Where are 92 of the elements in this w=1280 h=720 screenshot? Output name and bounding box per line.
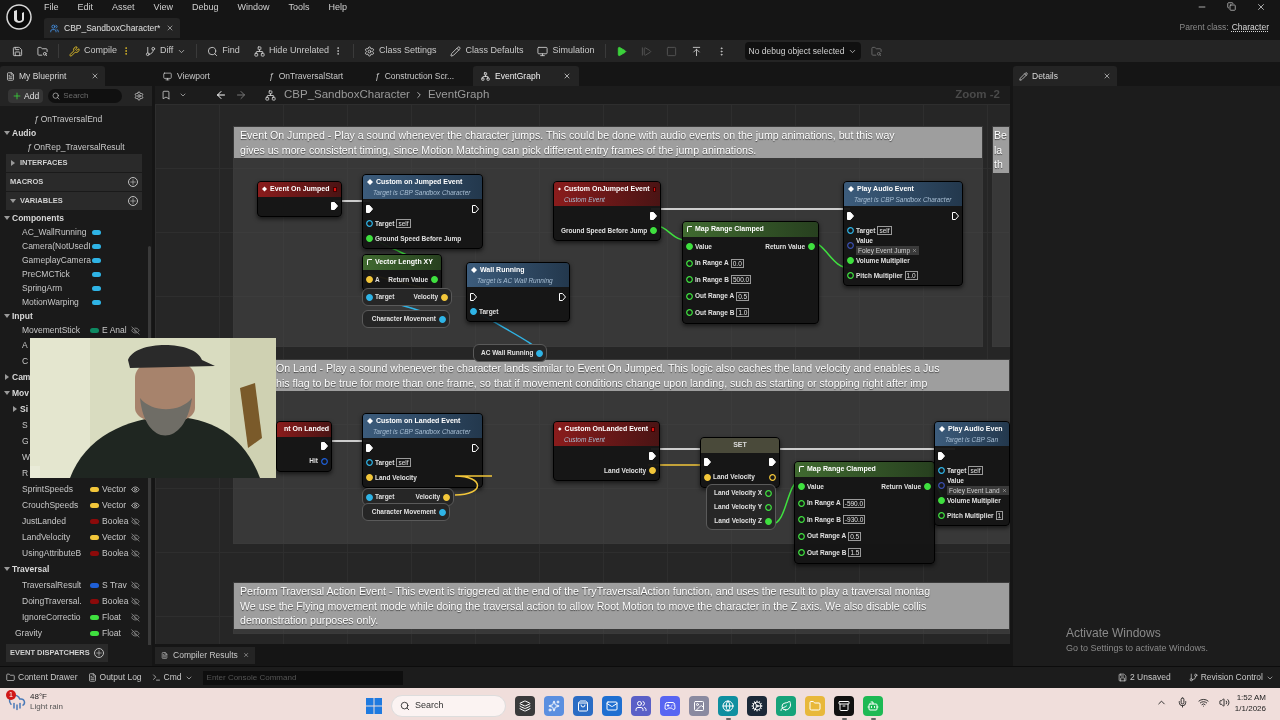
parent-class-label: Parent class:: [1179, 21, 1229, 34]
variable-item[interactable]: Gravity: [15, 626, 90, 640]
editor-tab[interactable]: ƒ Construction Scr...: [367, 66, 473, 86]
panel-tab[interactable]: Details: [1013, 66, 1117, 86]
menu-item[interactable]: View: [153, 1, 173, 15]
variable-type: Vector: [102, 530, 128, 544]
toolbar-button[interactable]: Class Defaults: [444, 42, 530, 60]
variable-item[interactable]: DoingTraversal.: [22, 594, 91, 608]
variable-item[interactable]: TraversalResult: [22, 578, 91, 592]
category-label[interactable]: Cam: [11, 370, 31, 384]
menu-item[interactable]: Help: [328, 1, 347, 15]
status-button[interactable]: Cmd: [151, 671, 193, 684]
function-glyph: ƒ: [269, 69, 274, 83]
category-label[interactable]: Audio: [11, 126, 37, 140]
comment-text: Perform Traversal Action Event - This event is triggered at the end of the TryTraversalAction function, and uses the result to play a traversal montag We use the Flying movement mode while doing the traversal action to allow Root Motion to move the character in the Z axis. We also disable collis demonstration purposes only.: [234, 583, 1009, 629]
variable-item[interactable]: G: [22, 434, 29, 448]
panel-tab[interactable]: Compiler Results: [155, 646, 255, 664]
variable-item[interactable]: S: [22, 418, 28, 432]
variable-type: Float: [102, 626, 122, 640]
variable-item[interactable]: A: [22, 338, 28, 352]
variable-item[interactable]: SpringArm: [22, 281, 92, 295]
parent-class-link[interactable]: Character: [1231, 21, 1269, 34]
status-button[interactable]: Content Drawer: [6, 671, 78, 684]
menu-item[interactable]: Debug: [191, 1, 219, 15]
status-button[interactable]: Revision Control: [1188, 671, 1274, 684]
variable-type: Boolea: [102, 546, 130, 560]
variable-item[interactable]: R: [22, 466, 29, 480]
search-field[interactable]: Search: [63, 90, 114, 102]
variable-item[interactable]: C: [22, 354, 29, 368]
variable-type: Boolea: [102, 514, 130, 528]
clock-date[interactable]: 1/1/2026: [1234, 703, 1266, 714]
variable-type: Vector: [102, 482, 128, 496]
variable-item[interactable]: AC_WallRunning: [22, 225, 92, 239]
variable-item[interactable]: IgnoreCorrectio: [22, 610, 91, 624]
variable-item[interactable]: GameplayCamera: [22, 253, 92, 267]
variable-item[interactable]: MovementStick: [22, 323, 91, 337]
toolbar-button[interactable]: Hide Unrelated: [247, 42, 349, 60]
category-label[interactable]: Si: [19, 402, 29, 416]
variable-item[interactable]: UsingAttributeB: [22, 546, 91, 560]
taskbar-search-box[interactable]: Search: [391, 695, 506, 717]
toolbar-button[interactable]: Simulation: [531, 42, 601, 60]
variable-type: E Anal: [102, 323, 128, 337]
status-button[interactable]: 2 Unsaved: [1118, 671, 1171, 684]
variable-item[interactable]: JustLanded: [22, 514, 91, 528]
variable-item[interactable]: SprintSpeeds: [22, 482, 91, 496]
menu-item[interactable]: Tools: [288, 1, 310, 15]
variable-type: Float: [102, 610, 122, 624]
comment-text: Event On Jumped - Play a sound whenever the character jumps. This could be done with audio events on the jump animations, but this way gives us more consistent timing, since Motion Matching can pick different entry frames of the jump animations.: [234, 127, 982, 158]
panel-tab[interactable]: My Blueprint: [0, 66, 105, 86]
activation-title: Activate Windows: [1066, 625, 1162, 642]
add-button[interactable]: Add: [8, 89, 44, 103]
taskbar-search-field[interactable]: Search: [415, 699, 495, 713]
variable-item[interactable]: Camera(NotUsedI: [22, 239, 92, 253]
variable-type: Boolea: [102, 594, 130, 608]
menu-item[interactable]: File: [44, 1, 59, 15]
activation-text: Go to Settings to activate Windows.: [1066, 642, 1209, 655]
variable-item[interactable]: W: [22, 450, 31, 464]
function-item[interactable]: OnTraversalEnd: [40, 112, 103, 126]
function-glyph: ƒ: [27, 140, 32, 154]
status-button[interactable]: Output Log: [87, 671, 142, 684]
debug-filter-dropdown[interactable]: No debug object selected: [744, 42, 862, 60]
variable-item[interactable]: LandVelocity: [22, 530, 91, 544]
editor-tab[interactable]: EventGraph: [473, 66, 579, 86]
variable-item[interactable]: MotionWarping: [22, 295, 92, 309]
search-box[interactable]: Search: [48, 89, 123, 103]
category-label[interactable]: Mov: [11, 386, 29, 400]
toolbar-button[interactable]: Diff: [139, 42, 193, 60]
function-glyph: ƒ: [375, 69, 380, 83]
menu-item[interactable]: Window: [237, 1, 270, 15]
menu-item[interactable]: Asset: [112, 1, 135, 15]
breadcrumb-item[interactable]: CBP_SandboxCharacter: [284, 86, 410, 104]
toolbar-button[interactable]: Compile: [63, 42, 137, 60]
variable-type: S Trav: [102, 578, 128, 592]
category-label[interactable]: Traversal: [11, 562, 50, 576]
toolbar-button[interactable]: Class Settings: [357, 42, 443, 60]
editor-tab[interactable]: Viewport: [155, 66, 261, 86]
variable-item[interactable]: PreCMCTick: [22, 267, 92, 281]
function-glyph: ƒ: [34, 112, 39, 126]
variable-item[interactable]: CrouchSpeeds: [22, 498, 91, 512]
temperature: 48°F: [30, 692, 48, 702]
function-item[interactable]: OnRep_TraversalResult: [33, 140, 125, 154]
editor-tab[interactable]: ƒ OnTraversalStart: [261, 66, 367, 86]
variable-type: Vector: [102, 498, 128, 512]
menu-item[interactable]: Edit: [77, 1, 94, 15]
category-label[interactable]: Components: [11, 211, 64, 225]
breadcrumb-item[interactable]: EventGraph: [427, 86, 490, 104]
comment-text: Be la th: [993, 127, 1009, 173]
weather-condition: Light rain: [30, 702, 63, 712]
document-tab[interactable]: CBP_SandboxCharacter*: [44, 18, 180, 38]
clock-time[interactable]: 1:52 AM: [1236, 692, 1266, 703]
toolbar-button[interactable]: Find: [201, 42, 246, 60]
category-label[interactable]: Input: [11, 309, 33, 323]
